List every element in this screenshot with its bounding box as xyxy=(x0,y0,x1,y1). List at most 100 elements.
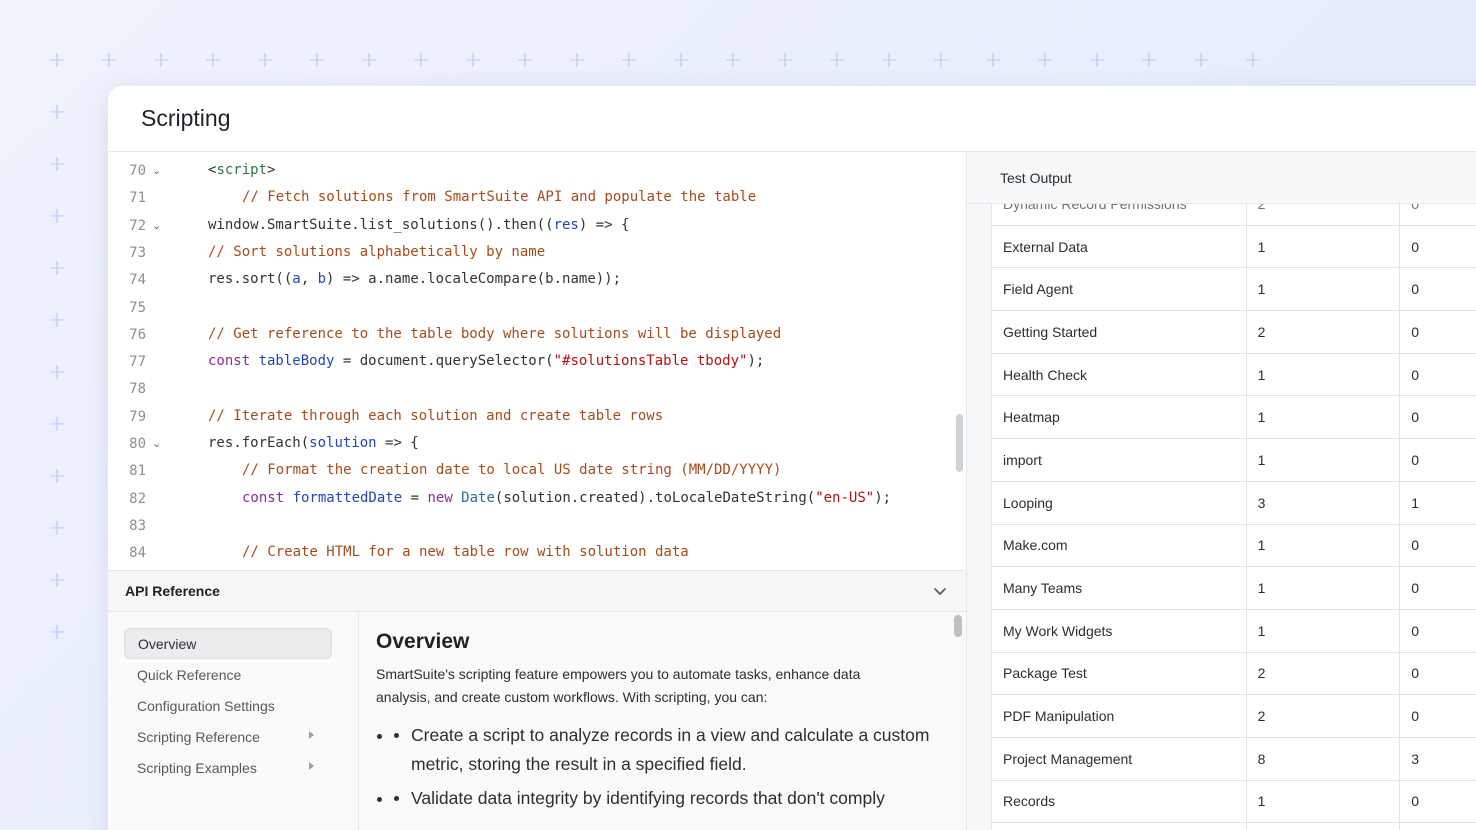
table-cell: 1 xyxy=(1399,480,1476,525)
plus-decoration: + xyxy=(1243,48,1263,73)
plus-decoration: + xyxy=(307,48,327,73)
line-number: 75 xyxy=(129,299,146,316)
code-text: const formattedDate = new Date(solution.… xyxy=(242,490,891,506)
line-number: 72 xyxy=(129,217,146,234)
fold-chevron-icon[interactable]: ⌄ xyxy=(152,164,161,177)
caret-right-icon xyxy=(309,762,314,770)
nav-item-quick-reference[interactable]: Quick Reference xyxy=(124,659,332,690)
code-token: a xyxy=(292,271,301,288)
code-token: formattedDate xyxy=(292,489,403,506)
test-output-panel: Test Output Dynamic Record Permissions20… xyxy=(966,152,1476,830)
table-cell: 1 xyxy=(1245,267,1401,312)
table-cell: 2 xyxy=(1245,694,1401,738)
content-paragraph: SmartSuite's scripting feature empowers … xyxy=(376,666,861,705)
plus-decoration: + xyxy=(515,48,535,73)
scripting-window: Scripting 70 ⌄ <script> 71 // Fetch solution… xyxy=(108,86,1476,830)
code-line: 77 const tableBody = document.querySelect… xyxy=(108,349,966,376)
code-text: // Create HTML for a new table row with … xyxy=(242,544,689,560)
chevron-down-icon[interactable] xyxy=(932,583,948,599)
code-token: res xyxy=(553,216,579,233)
table-cell: 1 xyxy=(1245,395,1401,440)
plus-decoration: + xyxy=(1035,48,1055,73)
code-line: 81 // Format the creation date to local U… xyxy=(108,458,966,485)
code-text: // Iterate through each solution and cre… xyxy=(208,408,663,424)
line-number: 73 xyxy=(129,244,146,261)
code-text: // Fetch solutions from SmartSuite API a… xyxy=(242,189,756,205)
plus-decoration: + xyxy=(463,48,483,73)
table-cell: Getting Started xyxy=(991,310,1247,354)
fold-chevron-icon[interactable]: ⌄ xyxy=(152,437,161,450)
plus-decoration: + xyxy=(151,48,171,73)
code-token: ); xyxy=(747,353,765,370)
test-output-table-wrap: Dynamic Record Permissions20External Dat… xyxy=(991,204,1476,830)
plus-decoration: + xyxy=(567,48,587,73)
plus-decoration: + xyxy=(47,308,67,333)
table-cell: 1 xyxy=(1245,523,1401,568)
table-cell: 1 xyxy=(1245,352,1401,397)
code-line: 72 ⌄ window.SmartSuite.list_solutions().th… xyxy=(108,213,966,240)
nav-item-configuration-settings[interactable]: Configuration Settings xyxy=(124,690,332,721)
code-line: 79 // Iterate through each solution and c… xyxy=(108,404,966,431)
table-row: PDF Manipulation 2 0 xyxy=(991,694,1476,738)
nav-item-scripting-reference[interactable]: Scripting Reference xyxy=(124,721,332,752)
table-cell: 3 xyxy=(1245,480,1401,525)
table-row: Make.com 1 0 xyxy=(991,523,1476,568)
code-line: 71 // Fetch solutions from SmartSuite API… xyxy=(108,185,966,212)
table-cell: Records xyxy=(991,779,1247,824)
table-row: Many Teams 1 0 xyxy=(991,566,1476,610)
table-cell: 0 xyxy=(1399,651,1476,696)
plus-decoration: + xyxy=(411,48,431,73)
plus-decoration: + xyxy=(47,100,67,125)
table-cell: 2 xyxy=(1245,310,1401,354)
fold-chevron-icon[interactable]: ⌄ xyxy=(152,219,161,232)
table-cell xyxy=(1245,822,1401,830)
table-cell: 0 xyxy=(1399,694,1476,738)
table-row: Project Management 8 3 xyxy=(991,736,1476,781)
nav-item-label: Configuration Settings xyxy=(137,697,275,714)
api-reference-panel: API Reference Overview Quick Reference Con… xyxy=(108,570,966,830)
test-output-header: Test Output xyxy=(967,152,1476,204)
plus-decoration: + xyxy=(47,48,67,73)
table-row: External Data 1 0 xyxy=(991,224,1476,269)
plus-decoration: + xyxy=(827,48,847,73)
caret-right-icon xyxy=(309,731,314,739)
table-cell: 1 xyxy=(1245,438,1401,482)
plus-decoration: + xyxy=(1191,48,1211,73)
table-cell: 1 xyxy=(1245,224,1401,269)
api-reference-header[interactable]: API Reference xyxy=(108,571,966,612)
plus-decoration: + xyxy=(47,568,67,593)
table-cell: 1 xyxy=(1245,566,1401,610)
table-row: My Work Widgets 1 0 xyxy=(991,608,1476,653)
code-token: res.sort(( xyxy=(208,271,293,288)
code-token: tableBody xyxy=(258,353,335,370)
content-heading: Overview xyxy=(376,630,470,653)
plus-decoration: + xyxy=(47,412,67,437)
code-token: window.SmartSuite.list_solutions().then(… xyxy=(208,216,554,233)
table-row: Package Test 2 0 xyxy=(991,651,1476,696)
table-cell: 0 xyxy=(1399,352,1476,397)
table-cell: 0 xyxy=(1399,438,1476,482)
plus-decoration: + xyxy=(47,152,67,177)
code-token: // Sort solutions alphabetically by name xyxy=(208,243,546,260)
code-token: => { xyxy=(376,435,419,451)
code-token: solution xyxy=(309,435,377,451)
table-cell: External Data xyxy=(991,224,1247,269)
code-text: res.forEach(solution => { xyxy=(208,435,419,451)
table-cell: 0 xyxy=(1399,608,1476,653)
plus-decoration: + xyxy=(723,48,743,73)
content-bullet: Create a script to analyze records in a … xyxy=(394,721,949,779)
plus-decoration: + xyxy=(1139,48,1159,73)
table-row: Field Agent 1 0 xyxy=(991,267,1476,312)
code-editor[interactable]: 70 ⌄ <script> 71 // Fetch solutions from Sma… xyxy=(108,152,966,570)
nav-item-overview[interactable]: Overview xyxy=(124,628,332,659)
code-token: = xyxy=(402,489,428,506)
table-cell: My Work Widgets xyxy=(991,608,1247,653)
table-cell: 0 xyxy=(1399,204,1476,226)
code-token: , xyxy=(300,271,318,288)
line-number: 83 xyxy=(129,517,146,534)
test-output-title: Test Output xyxy=(1000,169,1072,186)
nav-item-scripting-examples[interactable]: Scripting Examples xyxy=(124,752,332,783)
code-text: <script> xyxy=(208,162,275,178)
table-cell: PDF Manipulation xyxy=(991,694,1247,738)
api-content-scrollbar[interactable] xyxy=(954,615,962,637)
